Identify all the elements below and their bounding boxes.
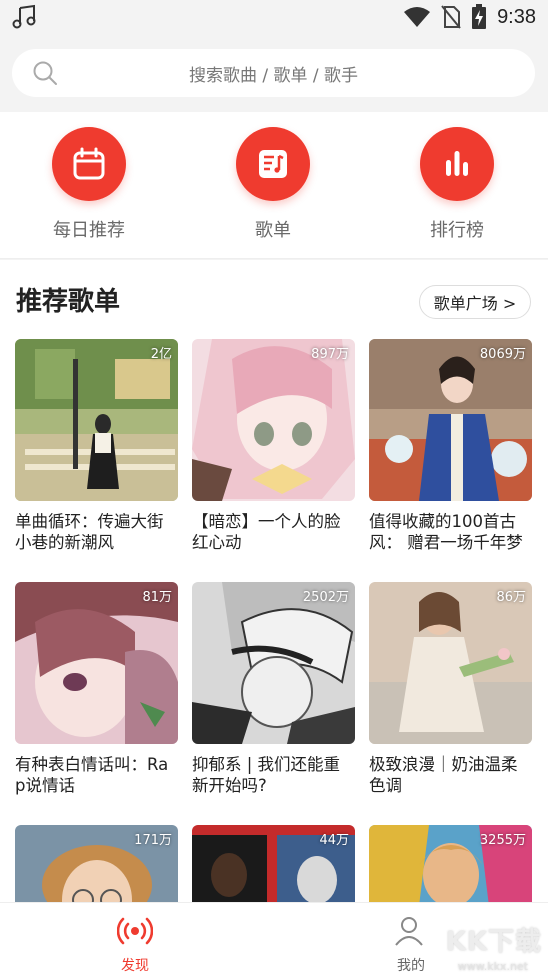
playlist-card[interactable]: 897万 【暗恋】一个人的脸红心动 bbox=[192, 339, 355, 553]
play-count: 171万 bbox=[134, 833, 172, 848]
playlist-title: 有种表白情话叫：Rap说情话 bbox=[15, 755, 169, 795]
playlist-title: 【暗恋】一个人的脸红心动 bbox=[192, 512, 341, 552]
rankings-label: 排行榜 bbox=[430, 220, 484, 241]
broadcast-icon bbox=[116, 917, 154, 945]
daily-recommend-button[interactable]: 每日推荐 bbox=[29, 127, 149, 242]
playlist-cover: 2亿 bbox=[15, 339, 178, 501]
play-count: 2亿 bbox=[150, 347, 172, 362]
rankings-circle bbox=[420, 127, 494, 201]
playlist-card[interactable]: 2亿 单曲循环：传遍大街小巷的新潮风 bbox=[15, 339, 178, 553]
playlist-card[interactable]: 2502万 抑郁系 | 我们还能重新开始吗? bbox=[192, 582, 355, 796]
rankings-button[interactable]: 排行榜 bbox=[397, 127, 517, 242]
search-icon bbox=[33, 61, 57, 85]
playlist-card[interactable]: 86万 极致浪漫｜奶油温柔色调 bbox=[369, 582, 532, 796]
playlist-card[interactable]: 44万 bbox=[192, 825, 355, 902]
play-count: 8069万 bbox=[479, 347, 526, 362]
calendar-icon bbox=[73, 147, 105, 180]
status-bar: 9:38 bbox=[0, 0, 548, 34]
playlist-card[interactable]: 81万 有种表白情话叫：Rap说情话 bbox=[15, 582, 178, 796]
playlist-card[interactable]: 3255万 bbox=[369, 825, 532, 902]
playlist-circle bbox=[236, 127, 310, 201]
playlist-cover: 171万 bbox=[15, 825, 178, 902]
play-count: 2502万 bbox=[302, 590, 349, 605]
watermark-text: KK下载 bbox=[445, 927, 542, 957]
playlist-cover: 8069万 bbox=[369, 339, 532, 501]
watermark-url: www.kkx.net bbox=[457, 960, 528, 973]
section-title: 推荐歌单 bbox=[16, 287, 121, 317]
chart-bars-icon bbox=[446, 151, 468, 176]
playlist-plaza-button[interactable]: 歌单广场 > bbox=[419, 285, 531, 319]
daily-recommend-label: 每日推荐 bbox=[53, 220, 125, 241]
playlist-icon bbox=[259, 150, 287, 178]
search-placeholder: 搜索歌曲 / 歌单 / 歌手 bbox=[188, 65, 359, 86]
play-count: 81万 bbox=[142, 590, 172, 605]
nav-discover-label: 发现 bbox=[121, 958, 149, 974]
play-count: 86万 bbox=[496, 590, 526, 605]
playlist-cover: 81万 bbox=[15, 582, 178, 744]
app-screen: 9:38 搜索歌曲 / 歌单 / 歌手 每日推荐 歌单 排行榜 推荐歌单 歌单广… bbox=[0, 0, 548, 977]
wifi-icon bbox=[404, 7, 431, 27]
quick-entries: 每日推荐 歌单 排行榜 bbox=[0, 112, 548, 259]
playlist-cover: 3255万 bbox=[369, 825, 532, 902]
playlist-title: 值得收藏的100首古风： 赠君一场千年梦 bbox=[369, 512, 523, 552]
playlist-cover: 2502万 bbox=[192, 582, 355, 744]
playlist-cover: 44万 bbox=[192, 825, 355, 902]
music-note-icon bbox=[12, 4, 36, 29]
battery-charging-icon bbox=[472, 4, 487, 29]
playlist-cover: 897万 bbox=[192, 339, 355, 501]
play-count: 44万 bbox=[319, 833, 349, 848]
playlist-title: 抑郁系 | 我们还能重新开始吗? bbox=[192, 755, 341, 795]
play-count: 897万 bbox=[311, 347, 349, 362]
playlist-cover: 86万 bbox=[369, 582, 532, 744]
no-sim-icon bbox=[441, 5, 461, 29]
nav-discover[interactable]: 发现 bbox=[95, 915, 175, 975]
watermark-logo: KK下载 www.kkx.net bbox=[422, 917, 542, 975]
playlist-card[interactable]: 171万 bbox=[15, 825, 178, 902]
search-input[interactable]: 搜索歌曲 / 歌单 / 歌手 bbox=[12, 49, 535, 97]
daily-recommend-circle bbox=[52, 127, 126, 201]
recommend-section: 推荐歌单 歌单广场 > 2亿 单曲循环：传遍大街小巷的新潮风 897万 【暗恋】… bbox=[0, 260, 548, 902]
playlist-title: 极致浪漫｜奶油温柔色调 bbox=[369, 755, 518, 795]
bottom-nav: 发现 我的 KK下载 www.kkx.net bbox=[0, 902, 548, 977]
playlist-card[interactable]: 8069万 值得收藏的100首古风： 赠君一场千年梦 bbox=[369, 339, 532, 553]
playlist-label: 歌单 bbox=[255, 220, 291, 241]
playlist-title: 单曲循环：传遍大街小巷的新潮风 bbox=[15, 512, 164, 552]
playlist-button[interactable]: 歌单 bbox=[213, 127, 333, 242]
search-area: 搜索歌曲 / 歌单 / 歌手 bbox=[0, 36, 548, 112]
status-time: 9:38 bbox=[497, 5, 536, 28]
play-count: 3255万 bbox=[479, 833, 526, 848]
